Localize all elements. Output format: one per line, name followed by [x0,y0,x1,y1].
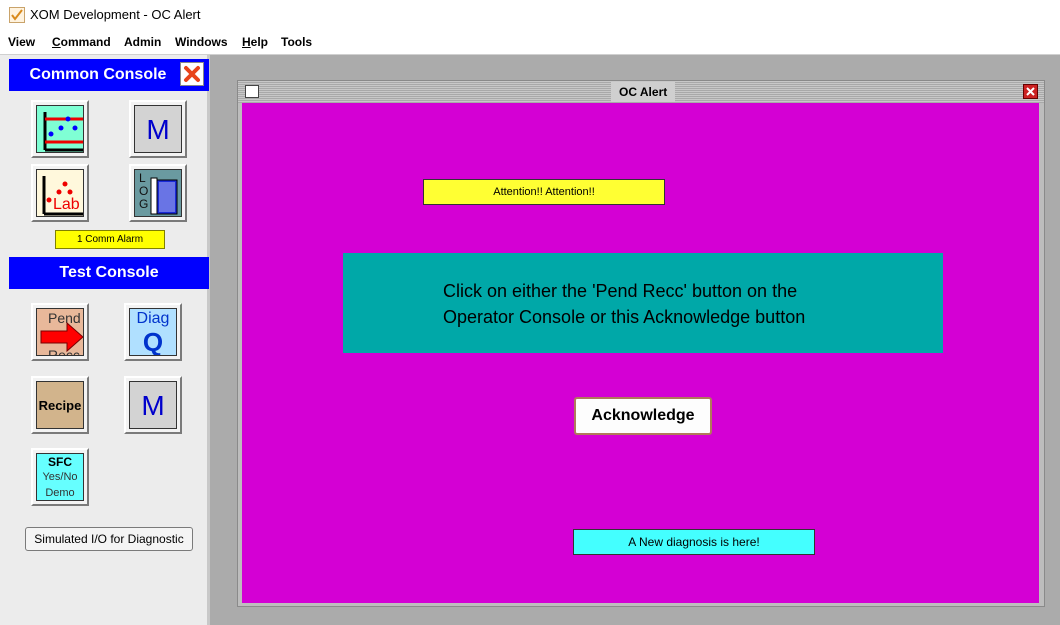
diagnosis-banner[interactable]: A New diagnosis is here! [573,529,815,555]
comm-alarm-badge[interactable]: 1 Comm Alarm [55,230,165,249]
left-console-panel: Common Console M Lab LOG 1 Comm Alarm Te… [0,55,210,625]
menu-view[interactable]: View [8,35,35,49]
log-tool-button[interactable]: LOG [129,164,187,222]
recipe-tool-button[interactable]: Recipe [31,376,89,434]
trend-chart-icon [36,105,84,153]
pend-recc-tool-button[interactable]: Pend Recc [31,303,89,361]
test-console-title: Test Console [59,264,159,281]
attention-banner: Attention!! Attention!! [423,179,665,205]
m-icon: M [129,381,177,429]
diag-q-icon: Diag Q [129,308,177,356]
trend-tool-button[interactable] [31,100,89,158]
recc-label: Recc [48,347,80,356]
checklist-icon [9,7,25,23]
window-menu-icon[interactable] [245,85,259,98]
oc-alert-window: OC Alert Attention!! Attention!! Click o… [237,80,1045,607]
oc-alert-title: OC Alert [611,82,676,102]
simulated-io-button[interactable]: Simulated I/O for Diagnostic [25,527,193,551]
menu-admin[interactable]: Admin [124,35,161,49]
close-icon[interactable] [180,62,204,86]
lab-label: Lab [53,196,80,213]
common-console-header: Common Console [9,59,209,91]
m-tool-button[interactable]: M [129,100,187,158]
sfc-tool-button[interactable]: SFC Yes/No Demo [31,448,89,506]
recipe-icon: Recipe [36,381,84,429]
instruction-line-2: Operator Console or this Acknowledge but… [443,307,806,327]
menu-help[interactable]: Help [242,35,268,49]
sfc-label: SFC [48,455,72,469]
menu-command[interactable]: Command [52,35,111,49]
m-icon: M [134,105,182,153]
logbook-icon: LOG [134,169,182,217]
common-console-title: Common Console [29,66,167,83]
menu-bar: View Command Admin Windows Help Tools [0,30,1060,55]
diag-q-tool-button[interactable]: Diag Q [124,303,182,361]
sfc-icon: SFC Yes/No Demo [36,453,84,501]
instruction-line-1: Click on either the 'Pend Recc' button o… [443,281,798,301]
alert-content-area: Attention!! Attention!! Click on either … [242,103,1039,603]
menu-windows[interactable]: Windows [175,35,228,49]
close-icon[interactable] [1023,84,1038,99]
diag-label: Diag [136,310,170,327]
instruction-panel: Click on either the 'Pend Recc' button o… [343,253,943,353]
yes-no-label: Yes/No [42,471,78,483]
acknowledge-button[interactable]: Acknowledge [574,397,712,435]
window-title: XOM Development - OC Alert [30,7,201,22]
window-titlebar: XOM Development - OC Alert [0,0,1060,30]
test-console-header: Test Console [9,257,209,289]
m-tool-button-2[interactable]: M [124,376,182,434]
demo-label: Demo [45,487,75,499]
menu-tools[interactable]: Tools [281,35,312,49]
pend-recc-icon: Pend Recc [36,308,84,356]
instruction-text: Click on either the 'Pend Recc' button o… [443,278,805,330]
q-label: Q [142,327,164,356]
lab-tool-button[interactable]: Lab [31,164,89,222]
oc-alert-titlebar[interactable]: OC Alert [238,81,1044,103]
lab-icon: Lab [36,169,84,217]
